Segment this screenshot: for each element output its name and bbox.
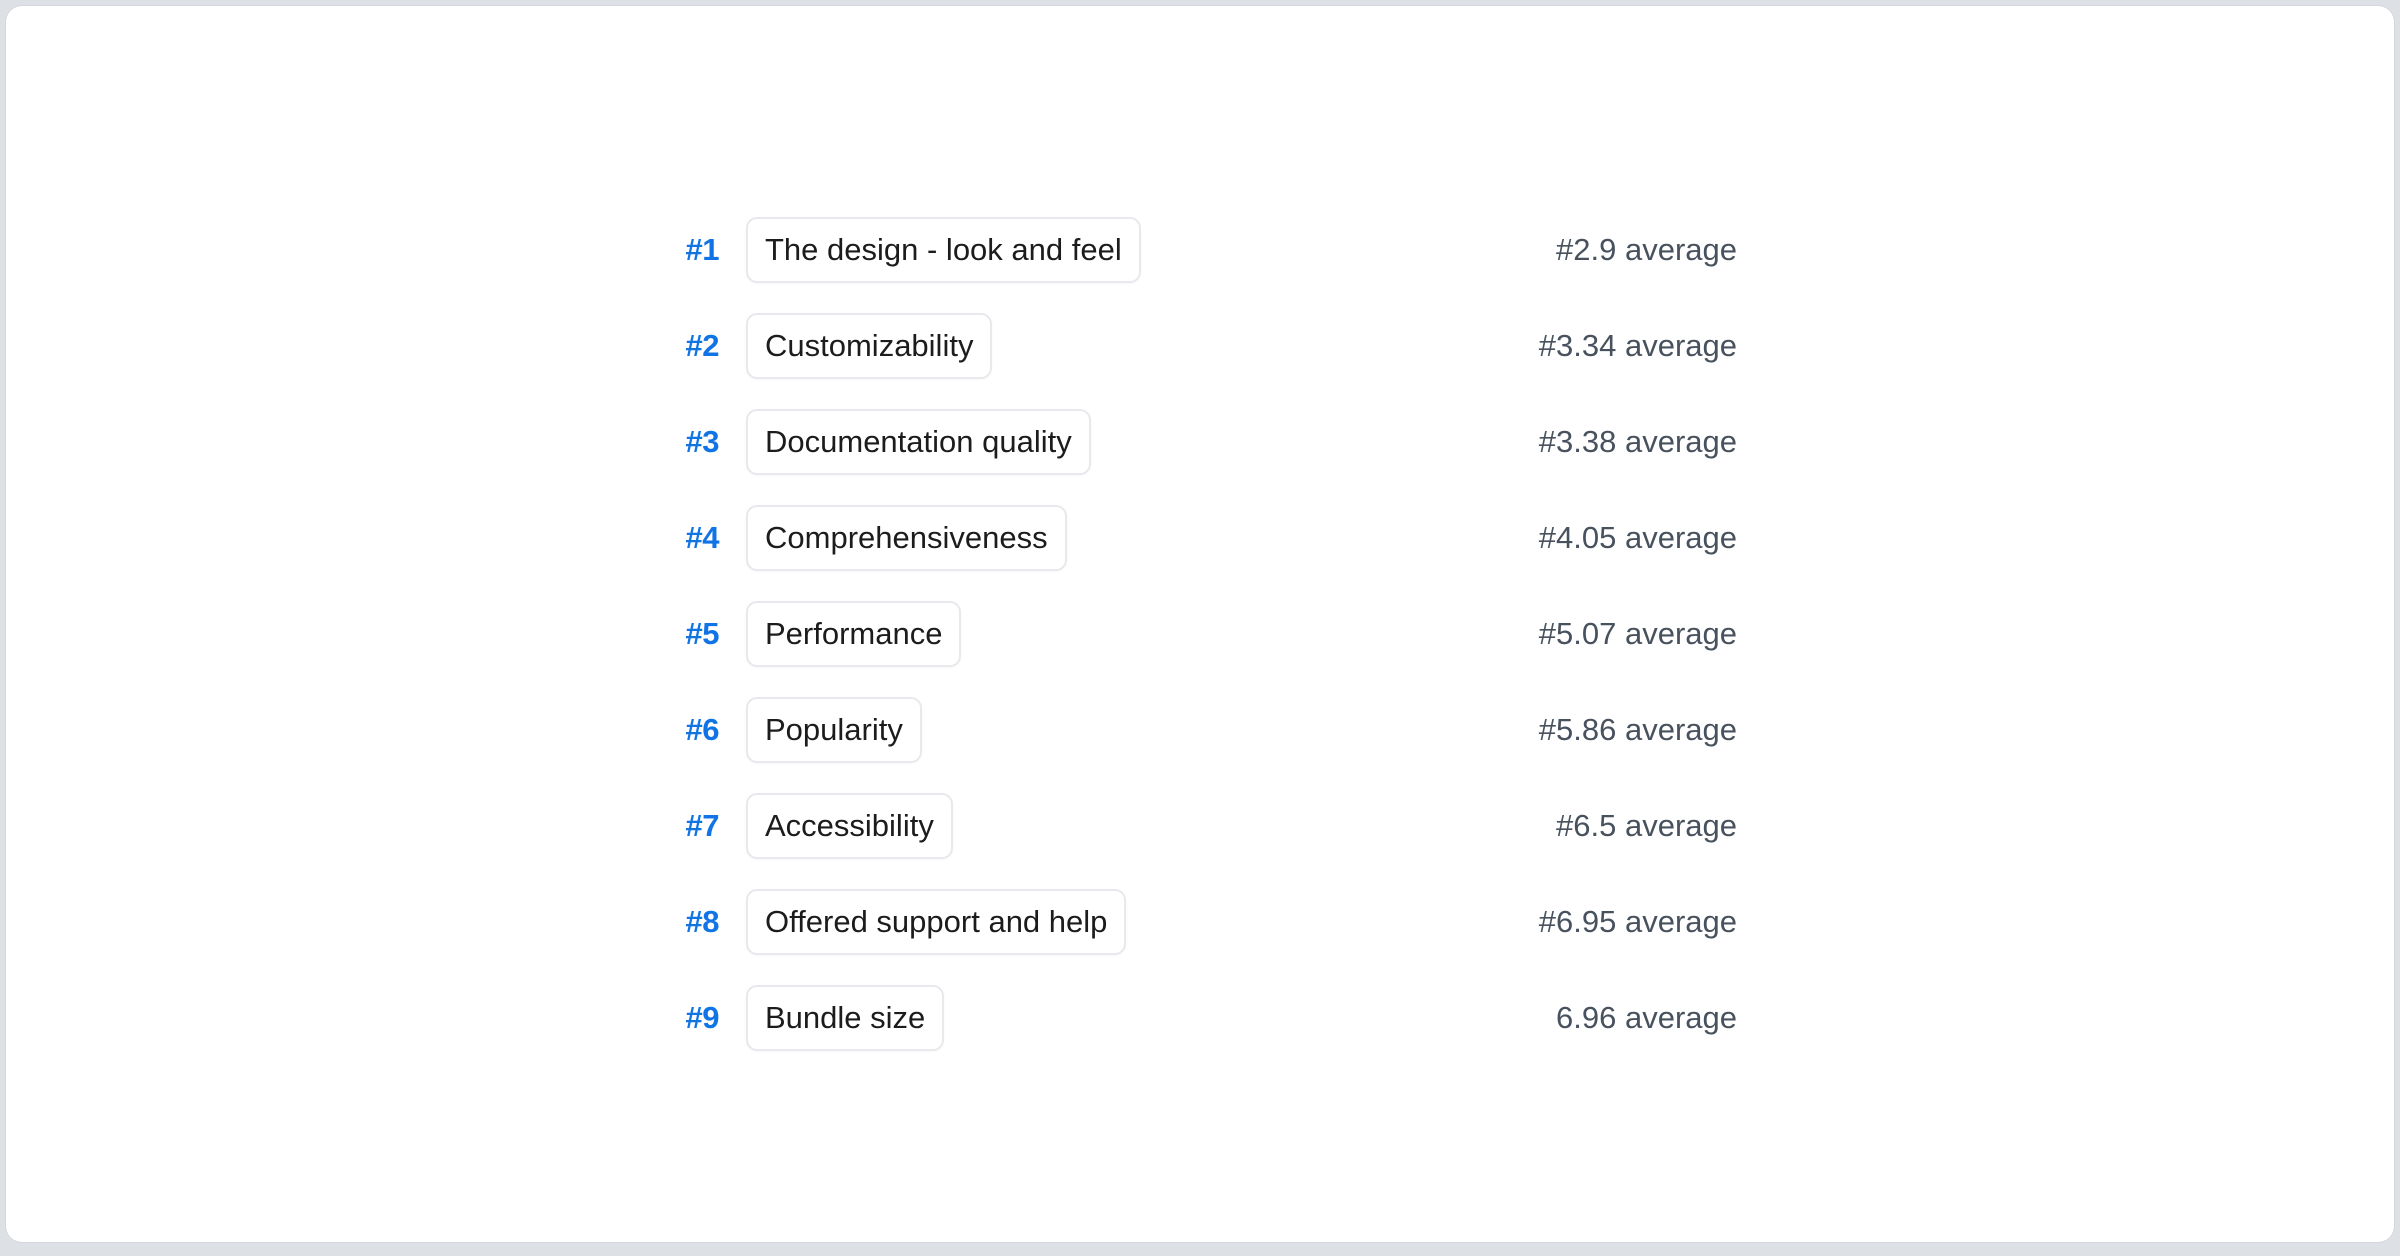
- average-score: #5.86 average: [1539, 712, 1737, 748]
- option-pill[interactable]: Customizability: [746, 313, 992, 379]
- ranking-list: #1 The design - look and feel #2.9 avera…: [675, 202, 1737, 1066]
- ranking-row: #2 Customizability #3.34 average: [675, 298, 1737, 394]
- rank-badge: #1: [675, 232, 719, 268]
- rank-badge: #8: [675, 904, 719, 940]
- option-pill[interactable]: The design - look and feel: [746, 217, 1141, 283]
- average-score: #3.38 average: [1539, 424, 1737, 460]
- option-pill[interactable]: Popularity: [746, 697, 922, 763]
- rank-badge: #5: [675, 616, 719, 652]
- ranking-row: #6 Popularity #5.86 average: [675, 682, 1737, 778]
- option-pill[interactable]: Offered support and help: [746, 889, 1126, 955]
- average-score: #4.05 average: [1539, 520, 1737, 556]
- rank-badge: #3: [675, 424, 719, 460]
- ranking-row: #9 Bundle size 6.96 average: [675, 970, 1737, 1066]
- rank-badge: #4: [675, 520, 719, 556]
- option-pill[interactable]: Accessibility: [746, 793, 953, 859]
- average-score: #6.95 average: [1539, 904, 1737, 940]
- option-pill[interactable]: Bundle size: [746, 985, 944, 1051]
- rank-badge: #9: [675, 1000, 719, 1036]
- ranking-row: #5 Performance #5.07 average: [675, 586, 1737, 682]
- ranking-row: #3 Documentation quality #3.38 average: [675, 394, 1737, 490]
- rank-badge: #7: [675, 808, 719, 844]
- rank-badge: #6: [675, 712, 719, 748]
- option-pill[interactable]: Comprehensiveness: [746, 505, 1067, 571]
- ranking-row: #7 Accessibility #6.5 average: [675, 778, 1737, 874]
- results-card: #1 The design - look and feel #2.9 avera…: [6, 6, 2394, 1242]
- average-score: #2.9 average: [1556, 232, 1737, 268]
- ranking-row: #1 The design - look and feel #2.9 avera…: [675, 202, 1737, 298]
- ranking-row: #8 Offered support and help #6.95 averag…: [675, 874, 1737, 970]
- average-score: #5.07 average: [1539, 616, 1737, 652]
- ranking-row: #4 Comprehensiveness #4.05 average: [675, 490, 1737, 586]
- average-score: #3.34 average: [1539, 328, 1737, 364]
- option-pill[interactable]: Documentation quality: [746, 409, 1091, 475]
- rank-badge: #2: [675, 328, 719, 364]
- average-score: #6.5 average: [1556, 808, 1737, 844]
- average-score: 6.96 average: [1556, 1000, 1737, 1036]
- option-pill[interactable]: Performance: [746, 601, 961, 667]
